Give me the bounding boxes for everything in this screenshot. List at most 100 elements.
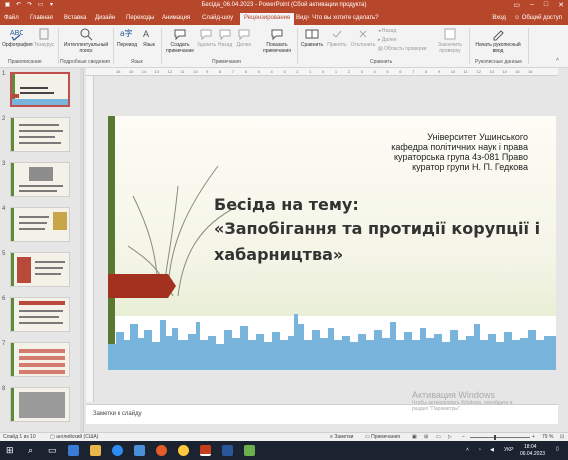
tray-overflow-icon[interactable]: ˄ [466,447,469,453]
tab-insert[interactable]: Вставка [64,15,86,21]
powerpoint-icon[interactable] [200,445,211,456]
ruler-tick-label: 9 [437,69,441,74]
previous-comment-icon [219,29,231,41]
tab-design[interactable]: Дизайн [95,15,115,21]
search-icon[interactable]: ⌕ [28,445,33,456]
next-comment-button[interactable]: Далее [235,27,253,48]
widgets-icon[interactable] [68,445,79,456]
compare-button[interactable]: Сравнить [299,27,325,48]
thumbnail-text-line [19,228,45,230]
minimize-button[interactable]: – [530,1,534,9]
window-title: Бесіда_06.04.2023 - PowerPoint (Сбой акт… [201,2,367,8]
zoom-slider[interactable] [470,437,530,438]
tab-file[interactable]: Файл [4,15,19,21]
next-change-button[interactable]: ▸ Далее [378,37,397,43]
thumbnail-image [19,392,65,418]
task-view-icon[interactable]: ▭ [48,445,57,456]
reject-button[interactable]: Отклонить [349,27,377,48]
thumbnail-slide-7[interactable] [10,342,70,377]
tab-transitions[interactable]: Переходы [126,15,154,21]
thumbnail-slide-4[interactable] [10,207,70,242]
network-icon[interactable]: ◔ [478,447,481,453]
show-comments-button[interactable]: Показать примечания [258,27,296,54]
zoom-slider-thumb[interactable] [493,435,496,440]
thumbnail-slide-6[interactable] [10,297,70,332]
tab-home[interactable]: Главная [30,15,53,21]
clock-date[interactable]: 06.04.2023 [520,451,545,457]
comments-toggle[interactable]: ▭ Примечания [365,434,400,440]
slide-canvas[interactable]: Університет Ушинського кафедра політични… [108,116,556,370]
thumbnail-row [19,356,65,360]
ruler-tick-label: 6 [244,69,247,74]
ribbon-display-icon[interactable]: ▭ [513,1,520,9]
file-explorer-icon[interactable] [90,445,101,456]
ruler-tick-label: 3 [360,69,363,74]
thumbnails-scrollbar[interactable] [80,68,83,432]
tab-slideshow[interactable]: Слайд-шоу [202,15,233,21]
ruler-tick-label: 11 [463,69,468,74]
firefox-icon[interactable] [156,445,167,456]
person-icon: ☺ [513,15,522,21]
thumbnail-number: 7 [2,341,6,347]
maximize-button[interactable]: □ [544,1,548,9]
reviewing-pane-button[interactable]: ▤ Область проверки [378,46,427,52]
tab-animation[interactable]: Анимация [162,15,190,21]
clock-time[interactable]: 18:04 [524,444,537,450]
store-icon[interactable] [134,445,145,456]
normal-view-icon[interactable]: ▣ [412,434,417,440]
delete-comment-button[interactable]: Удалить [197,27,216,48]
zoom-out-button[interactable]: – [462,434,465,440]
spelling-button[interactable]: ABC Орфография [2,27,33,48]
zoom-in-button[interactable]: + [532,434,535,440]
collapse-ribbon-icon[interactable]: ˄ [556,57,559,63]
edge-icon[interactable] [112,445,123,456]
credit-line-curator: куратор групи Н. П. Гедкова [412,162,528,172]
thumbnail-slide-5[interactable] [10,252,70,287]
word-icon[interactable] [222,445,233,456]
close-button[interactable]: ✕ [558,1,564,9]
thumbnail-slide-1[interactable] [10,72,70,107]
language-icon: A [143,29,149,39]
thumbnail-slide-8[interactable] [10,387,70,422]
share-button[interactable]: ☺ Общий доступ [514,15,562,21]
chrome-icon[interactable] [178,445,189,456]
notes-toggle[interactable]: ≡ Заметки [330,434,353,440]
previous-change-button[interactable]: ◂ Назад [378,28,396,34]
tell-me-box[interactable]: ♀ Что вы хотите сделать? [306,15,379,21]
new-comment-label: Создать примечание [165,42,195,54]
start-inking-button[interactable]: Начать рукописный ввод [470,27,526,54]
windows-taskbar: ⊞ ⌕ ▭ ˄ ◔ ◀ УКР 18:04 06.04.2023 ▯ [0,441,568,460]
group-proofing-label: Правописание [8,59,42,65]
thumbnail-number: 1 [2,71,6,77]
language-status[interactable]: ▢ английский (США) [50,434,98,440]
thesaurus-button[interactable]: Тезаурус [32,27,56,48]
reading-view-icon[interactable]: ▭ [436,434,441,440]
end-review-button[interactable]: Закончить проверку [433,27,467,54]
thumbnail-slide-2[interactable] [10,117,70,152]
volume-icon[interactable]: ◀ [490,447,494,453]
input-language[interactable]: УКР [504,447,513,453]
thumbnail-slide-3[interactable] [10,162,70,197]
tab-review[interactable]: Рецензирование [240,13,295,25]
app-icon[interactable] [244,445,255,456]
language-button[interactable]: A Язык [140,27,158,48]
group-compare-label: Сравнить [370,59,393,65]
translate-button[interactable]: a字 Перевод [115,27,139,48]
fit-slide-icon[interactable]: ⊡ [560,434,564,440]
slideshow-view-icon[interactable]: ▷ [448,434,452,440]
new-comment-button[interactable]: Создать примечание [163,27,197,54]
sign-in-link[interactable]: Вход [492,15,506,21]
credit-line-group: кураторська група 4з-081 Право [394,152,528,162]
accept-button[interactable]: Принять [325,27,349,48]
separator [528,28,529,64]
smart-lookup-button[interactable]: Интеллектуальный поиск [60,27,112,54]
ruler-tick-label: 13 [154,69,160,74]
notifications-icon[interactable]: ▯ [556,446,559,452]
group-ink-label: Рукописные данные [475,59,522,65]
slide-sorter-icon[interactable]: ⊞ [424,434,428,440]
ruler-tick-label: 12 [476,69,481,74]
start-icon[interactable]: ⊞ [6,445,14,456]
zoom-level[interactable]: 79 % [542,434,553,440]
previous-comment-button[interactable]: Назад [216,27,234,48]
slide-red-tab [108,274,176,298]
